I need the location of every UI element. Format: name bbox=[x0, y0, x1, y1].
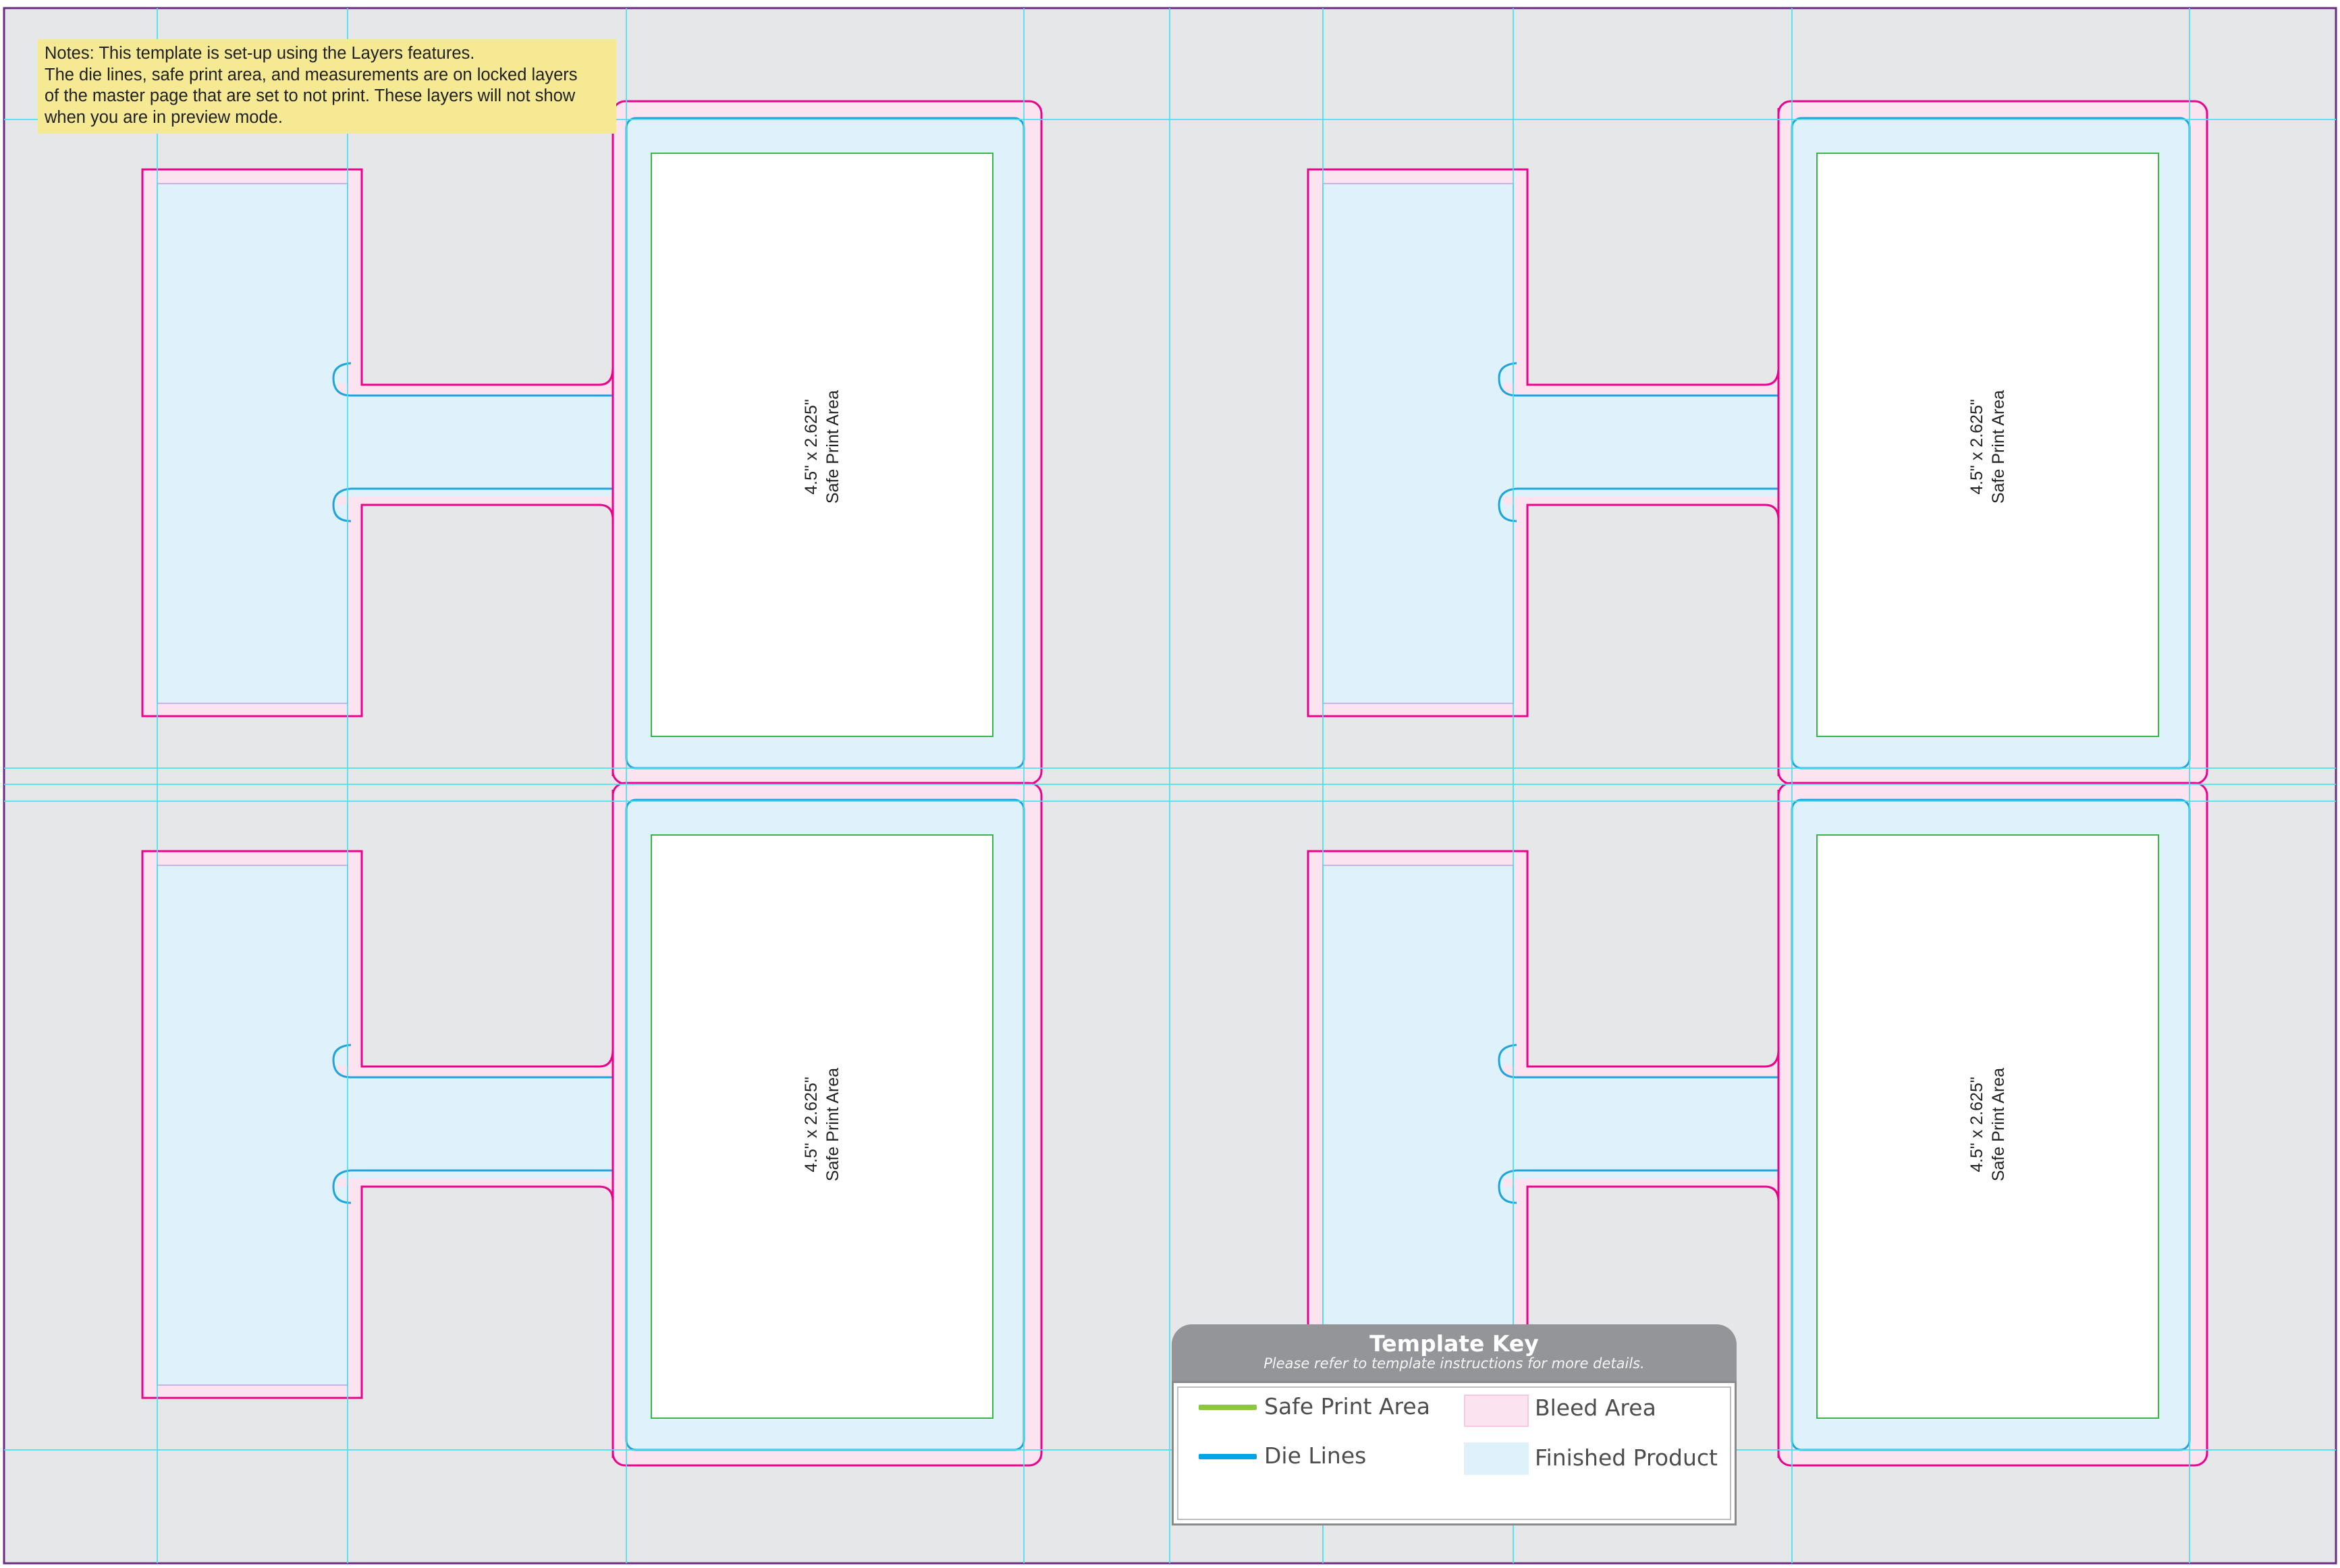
finished-product-swatch bbox=[1464, 1442, 1529, 1475]
template-notes: Notes: This template is set-up using the… bbox=[38, 39, 616, 134]
panel-size: 4.5" x 2.625" bbox=[1967, 1077, 1986, 1172]
notes-line: when you are in preview mode. bbox=[45, 107, 283, 127]
panel-size: 4.5" x 2.625" bbox=[1967, 399, 1986, 495]
unit-bottom-left-flap-finished bbox=[157, 865, 348, 1386]
legend-die-lines: Die Lines bbox=[1264, 1442, 1367, 1469]
unit-bottom-right-flap-finished bbox=[1322, 865, 1514, 1386]
template-key: Template Key Please refer to template in… bbox=[1172, 1324, 1737, 1525]
unit-top-left-flap-finished bbox=[157, 183, 348, 704]
panel-area-label: Safe Print Area bbox=[1989, 1067, 2008, 1182]
template-key-title: Template Key bbox=[1369, 1330, 1539, 1357]
legend-safe-print: Safe Print Area bbox=[1264, 1393, 1430, 1420]
notes-line: The die lines, safe print area, and meas… bbox=[45, 65, 578, 84]
panel-area-label: Safe Print Area bbox=[823, 389, 842, 504]
panel-area-label: Safe Print Area bbox=[1989, 389, 2008, 504]
bleed-area-swatch bbox=[1464, 1395, 1529, 1427]
notes-line: of the master page that are set to not p… bbox=[45, 86, 576, 105]
panel-size: 4.5" x 2.625" bbox=[802, 399, 821, 495]
unit-bottom-right-tab-finished bbox=[1503, 1077, 1792, 1179]
die-lines-swatch bbox=[1199, 1454, 1257, 1459]
unit-bottom-left-tab-finished bbox=[337, 1077, 626, 1179]
unit-top-right-tab-finished bbox=[1503, 396, 1792, 497]
legend-bleed-area: Bleed Area bbox=[1535, 1395, 1656, 1421]
panel-area-label: Safe Print Area bbox=[823, 1067, 842, 1182]
panel-size: 4.5" x 2.625" bbox=[802, 1077, 821, 1172]
unit-top-left-tab-finished bbox=[337, 396, 626, 497]
template-page: Notes: This template is set-up using the… bbox=[0, 0, 2340, 1568]
template-key-header: Template Key Please refer to template in… bbox=[1172, 1324, 1737, 1381]
template-key-legend: Safe Print Area Die Lines Bleed Area Fin… bbox=[1172, 1381, 1737, 1525]
die-line-artwork bbox=[0, 0, 2340, 1568]
safe-print-swatch bbox=[1199, 1405, 1257, 1410]
notes-line: Notes: This template is set-up using the… bbox=[45, 44, 475, 63]
template-key-subtitle: Please refer to template instructions fo… bbox=[1263, 1355, 1645, 1372]
unit-top-right-flap-finished bbox=[1322, 183, 1514, 704]
legend-finished-product: Finished Product bbox=[1535, 1444, 1718, 1471]
